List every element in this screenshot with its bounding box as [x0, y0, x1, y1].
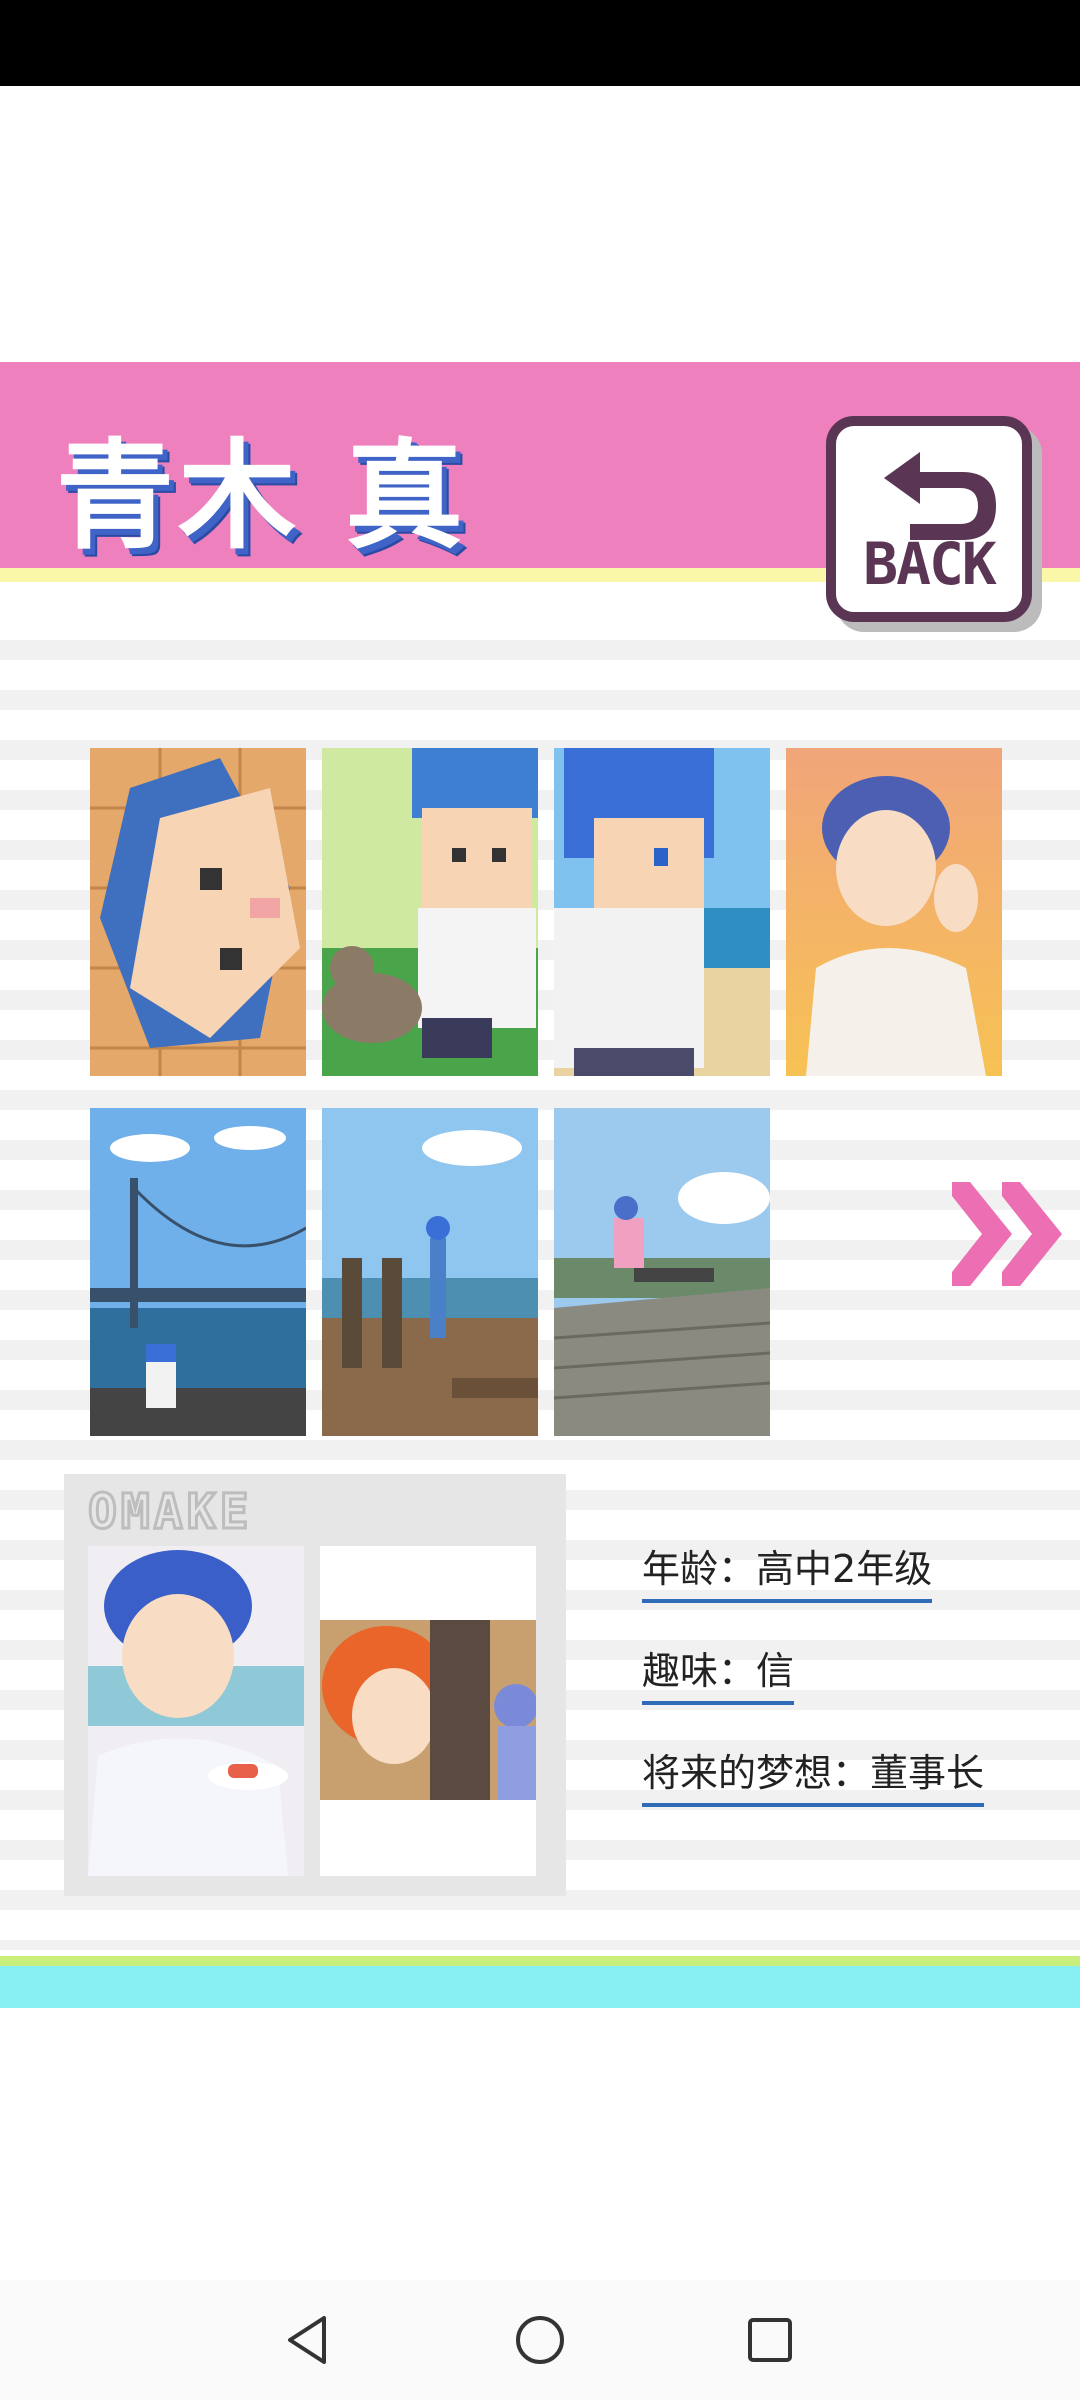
- age-label: 年龄: [642, 1547, 719, 1591]
- suspension-bridge-icon: [90, 1108, 306, 1436]
- circle-home-icon: [516, 2316, 564, 2364]
- back-button-label: BACK: [863, 530, 997, 598]
- separator: ：: [718, 1649, 757, 1693]
- profile-hobby: 趣味：信: [642, 1640, 795, 1705]
- separator: ：: [832, 1751, 871, 1795]
- omake-label: OMAKE: [87, 1483, 253, 1542]
- boy-on-boardwalk-icon: [554, 1108, 770, 1436]
- age-value: 高中2年级: [756, 1547, 933, 1591]
- footer-cyan-band: [0, 1966, 1080, 2008]
- triangle-back-icon: [288, 2316, 326, 2364]
- omake-panel: OMAKE: [64, 1474, 566, 1896]
- navigation-bar: [0, 2280, 1080, 2400]
- two-boys-portrait-icon: [320, 1546, 536, 1876]
- observation-deck-icon: [322, 1108, 538, 1436]
- nav-recents-button[interactable]: [740, 2310, 800, 2370]
- anime-boy-at-sunset-icon: [786, 748, 1002, 1076]
- gallery-thumbnail-4[interactable]: [786, 748, 1002, 1076]
- square-recents-icon: [748, 2318, 792, 2362]
- nav-back-button[interactable]: [280, 2310, 340, 2370]
- separator: ：: [718, 1547, 757, 1591]
- omake-image-2[interactable]: [320, 1546, 536, 1876]
- boy-eating-sushi-icon: [88, 1546, 304, 1876]
- nav-home-button[interactable]: [510, 2310, 570, 2370]
- dream-label: 将来的梦想: [642, 1751, 833, 1795]
- gallery-thumbnail-5[interactable]: [90, 1108, 306, 1436]
- status-bar: [0, 0, 1080, 86]
- back-button[interactable]: BACK: [826, 416, 1032, 622]
- hobby-value: 信: [756, 1649, 795, 1693]
- profile-dream: 将来的梦想：董事长: [642, 1742, 985, 1807]
- gallery-thumbnail-7[interactable]: [554, 1108, 770, 1436]
- pixel-face-on-floor-icon: [90, 748, 306, 1076]
- gallery-thumbnail-2[interactable]: [322, 748, 538, 1076]
- pixel-boy-at-beach-icon: [554, 748, 770, 1076]
- gallery-thumbnail-1[interactable]: [90, 748, 306, 1076]
- character-name: 青木 真: [56, 427, 468, 565]
- next-page-button[interactable]: [952, 1182, 1074, 1286]
- double-chevron-right-icon: [952, 1182, 1062, 1286]
- gallery-thumbnail-6[interactable]: [322, 1108, 538, 1436]
- footer-green-stripe: [0, 1956, 1080, 1966]
- hobby-label: 趣味: [642, 1649, 719, 1693]
- dream-value: 董事长: [870, 1751, 985, 1795]
- gallery-thumbnail-3[interactable]: [554, 748, 770, 1076]
- pixel-boy-with-cat-icon: [322, 748, 538, 1076]
- profile-age: 年龄：高中2年级: [642, 1538, 933, 1603]
- omake-image-1[interactable]: [88, 1546, 304, 1876]
